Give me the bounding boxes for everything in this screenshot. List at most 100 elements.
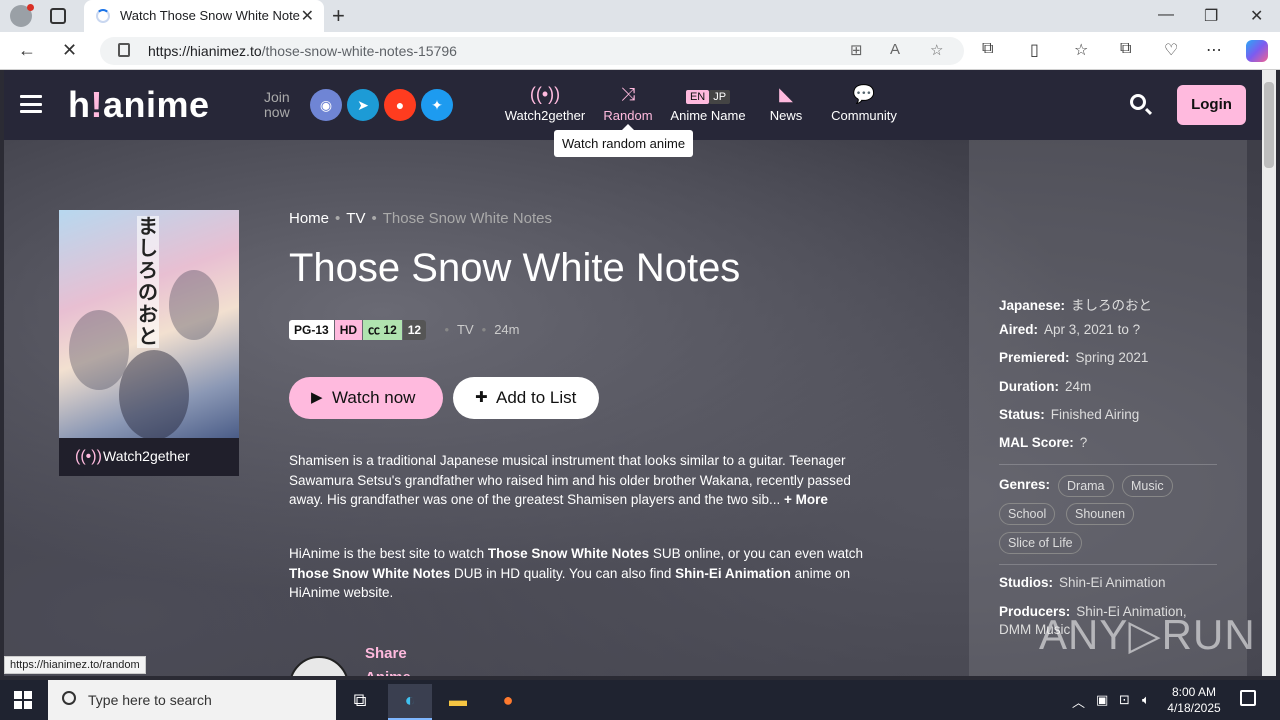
browser-tab-active[interactable]: Watch Those Snow White Notes E ✕ [84,0,324,32]
favorites-icon[interactable]: ☆ [1074,40,1088,60]
loading-spinner-icon [96,9,110,23]
genre-tag[interactable]: School [999,503,1056,525]
address-bar[interactable]: https://hianimez.to/those-snow-white-not… [100,37,964,65]
new-tab-icon[interactable]: + [332,3,345,29]
sub-count-badge: ㏄ 12 [363,320,402,340]
reddit-icon[interactable]: ● [384,89,416,121]
divider [999,564,1217,565]
anyrun-watermark: ANY▷RUN [1039,611,1256,658]
app-available-icon[interactable]: ⊞ [850,41,863,59]
edge-icon[interactable]: ◐ [388,684,432,720]
notification-icon[interactable] [1240,690,1256,706]
anime-badges: PG-13 HD ㏄ 12 12 • TV • 24m [289,320,520,340]
taskbar-clock[interactable]: 8:00 AM 4/18/2025 [1160,684,1228,716]
volume-icon[interactable]: 🔈︎ [1142,692,1150,708]
url-text[interactable]: https://hianimez.to/those-snow-white-not… [148,43,457,59]
more-link[interactable]: + More [784,492,828,507]
windows-taskbar: Type here to search ⧉ ◐ ▬ ● ︿ ▣ ⊡ 🔈︎ 8:0… [0,680,1280,720]
info-japanese: Japanese: ましろのおと [999,298,1153,313]
tab-actions-icon[interactable] [50,8,66,24]
shuffle-icon: ⤨ [620,84,636,104]
twitter-icon[interactable]: ✦ [421,89,453,121]
read-aloud-icon[interactable]: A [890,41,900,58]
restore-icon[interactable]: ❐ [1204,6,1218,26]
info-premiered: Premiered: Spring 2021 [999,350,1149,365]
menu-news[interactable]: ◣ News [766,84,806,123]
breadcrumb: Home • TV • Those Snow White Notes [289,210,552,227]
anime-info-sidebar: Japanese: ましろのおと Aired: Apr 3, 2021 to ? P… [969,140,1247,676]
plus-icon: ✚ [475,389,488,406]
info-aired: Aired: Apr 3, 2021 to ? [999,322,1141,337]
info-mal-score: MAL Score:? [999,435,1088,450]
language-toggle[interactable]: EN JP [668,84,748,106]
collections-icon[interactable]: ⧉ [1120,40,1131,58]
copilot-icon[interactable] [1246,40,1268,62]
firefox-icon[interactable]: ● [486,684,530,720]
menu-watch2gether[interactable]: ((•)) Watch2gether [503,84,587,123]
status-bar-url: https://hianimez.to/random [4,656,146,674]
synopsis: Shamisen is a traditional Japanese music… [289,453,851,507]
hamburger-menu-icon[interactable] [20,95,42,113]
breadcrumb-current: Those Snow White Notes [382,210,552,227]
join-now-label: Join now [264,89,290,120]
tray-device-icon[interactable]: ▣ [1096,692,1108,708]
taskbar-search-input[interactable]: Type here to search [48,680,336,720]
page-scrollbar[interactable] [1262,70,1276,676]
tab-title: Watch Those Snow White Notes E [120,8,300,23]
web-page: h!anime Join now ◉ ➤ ● ✦ ((•)) Watch2geth… [4,70,1262,676]
genre-tag[interactable]: Slice of Life [999,532,1082,554]
info-studios: Studios: Shin-Ei Animation [999,575,1166,590]
menu-anime-name[interactable]: EN JP Anime Name [668,84,748,123]
file-explorer-icon[interactable]: ▬ [436,684,480,720]
site-logo[interactable]: h!anime [68,84,210,126]
telegram-icon[interactable]: ➤ [347,89,379,121]
info-status: Status: Finished Airing [999,407,1140,422]
discord-icon[interactable]: ◉ [310,89,342,121]
profile-avatar[interactable] [10,4,34,27]
menu-community[interactable]: 💬 Community [826,84,902,123]
back-icon[interactable]: ← [18,40,36,61]
address-toolbar: ← ✕ https://hianimez.to/those-snow-white… [0,32,1280,70]
poster-jp-title: ましろのおと [137,216,159,348]
cc-icon: ㏄ [368,323,381,337]
genre-tag[interactable]: Shounen [1066,503,1135,525]
menu-random[interactable]: ⤨ Random [600,84,656,123]
rating-badge: PG-13 [289,320,334,340]
share-anime-label: ShareAnime [365,645,411,676]
browser-tabbar: Watch Those Snow White Notes E ✕ + — ❐ ✕ [0,0,1280,32]
watch2gether-button[interactable]: ((•)) Watch2gether [59,438,239,476]
stop-loading-icon[interactable]: ✕ [62,40,77,61]
minimize-icon[interactable]: — [1158,6,1174,24]
episode-count-badge: 12 [402,320,427,340]
favorite-star-icon[interactable]: ☆ [930,41,943,59]
lock-icon[interactable] [118,43,130,57]
search-icon [62,691,76,705]
browser-essentials-icon[interactable]: ♡ [1164,40,1178,60]
extensions-icon[interactable]: ⧉ [982,40,993,58]
watch-now-button[interactable]: ▶ Watch now [289,377,443,419]
page-title: Those Snow White Notes [289,246,741,290]
window-close-icon[interactable]: ✕ [1250,6,1263,26]
random-tooltip: Watch random anime [554,124,694,157]
breadcrumb-home[interactable]: Home [289,210,329,227]
network-icon[interactable]: ⊡ [1119,692,1130,708]
login-button[interactable]: Login [1177,85,1246,125]
windows-start-icon[interactable] [14,691,32,709]
more-menu-icon[interactable]: ⋯ [1206,40,1222,60]
tab-close-icon[interactable]: ✕ [301,6,314,26]
genre-tag[interactable]: Drama [1058,475,1114,497]
info-genres-label: Genres: [999,477,1051,492]
breadcrumb-type[interactable]: TV [346,210,365,227]
scrollbar-thumb[interactable] [1264,82,1274,168]
anime-poster[interactable]: ましろのおと [59,210,239,438]
split-screen-icon[interactable]: ▯ [1030,40,1039,60]
chat-icon: 💬 [852,84,876,104]
add-to-list-button[interactable]: ✚ Add to List [453,377,599,419]
genre-tag[interactable]: Music [1122,475,1173,497]
info-duration: Duration: 24m [999,379,1092,394]
rss-icon: ◣ [779,84,793,104]
anime-meta: • TV • 24m [444,322,520,337]
tray-chevron-icon[interactable]: ︿ [1072,692,1085,711]
search-icon[interactable] [1130,94,1146,110]
task-view-icon[interactable]: ⧉ [338,684,382,720]
